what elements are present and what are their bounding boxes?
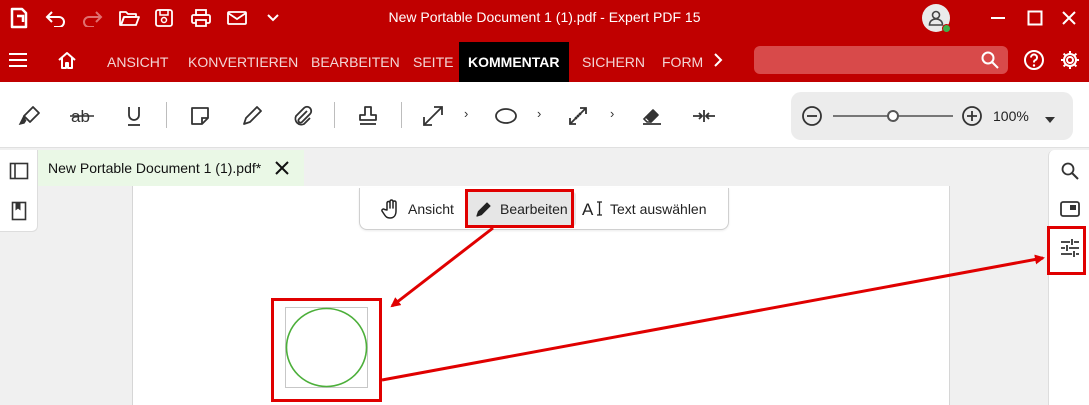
measure-distance-icon[interactable] bbox=[564, 102, 592, 130]
chevron-right-icon[interactable]: › bbox=[537, 106, 541, 121]
maximize-icon[interactable] bbox=[1023, 6, 1047, 30]
zoom-slider-handle[interactable] bbox=[887, 110, 899, 122]
help-icon[interactable] bbox=[1022, 48, 1046, 72]
edit-mode-button[interactable]: Bearbeiten bbox=[466, 192, 576, 226]
document-tab[interactable]: New Portable Document 1 (1).pdf* bbox=[38, 150, 304, 186]
flatten-icon[interactable] bbox=[690, 102, 718, 130]
underline-icon[interactable] bbox=[120, 102, 148, 130]
mode-bar: Ansicht Bearbeiten A Text auswählen bbox=[359, 188, 729, 230]
print-icon[interactable] bbox=[189, 6, 213, 30]
tab-bearbeiten[interactable]: BEARBEITEN bbox=[311, 54, 400, 70]
panel-toggle-icon[interactable] bbox=[6, 158, 32, 184]
view-mode-label: Ansicht bbox=[408, 201, 454, 217]
undo-icon[interactable] bbox=[44, 6, 68, 30]
zoom-panel: 100% bbox=[791, 92, 1073, 140]
tab-konvertieren[interactable]: KONVERTIEREN bbox=[188, 54, 298, 70]
search-icon[interactable] bbox=[1057, 158, 1083, 184]
ellipse-icon[interactable] bbox=[492, 102, 520, 130]
tab-kommentar[interactable]: KOMMENTAR bbox=[459, 42, 569, 82]
document-tab-label: New Portable Document 1 (1).pdf* bbox=[48, 160, 262, 176]
close-tab-icon[interactable] bbox=[274, 160, 290, 181]
strikethrough-icon[interactable]: ab bbox=[68, 102, 96, 130]
right-side-panel bbox=[1048, 150, 1089, 405]
title-bar: New Portable Document 1 (1).pdf - Expert… bbox=[0, 0, 1089, 36]
ellipse-annotation[interactable] bbox=[285, 307, 368, 388]
mail-icon[interactable] bbox=[225, 6, 249, 30]
search-input[interactable] bbox=[754, 46, 1008, 74]
svg-text:A: A bbox=[582, 200, 594, 219]
redo-icon[interactable] bbox=[80, 6, 104, 30]
open-folder-icon[interactable] bbox=[117, 6, 141, 30]
left-side-panel bbox=[0, 150, 38, 232]
tab-sichern[interactable]: SICHERN bbox=[582, 54, 645, 70]
tab-form[interactable]: FORM bbox=[662, 54, 703, 70]
text-cursor-icon: A bbox=[582, 200, 602, 219]
ellipse-annotation-bounds[interactable] bbox=[285, 307, 368, 388]
settings-gear-icon[interactable] bbox=[1058, 48, 1082, 72]
chevron-right-icon[interactable] bbox=[706, 48, 730, 72]
thumbnail-panel-icon[interactable] bbox=[1057, 196, 1083, 222]
toolbar-divider bbox=[334, 102, 335, 128]
properties-sliders-icon[interactable] bbox=[1057, 235, 1083, 261]
view-mode-button[interactable]: Ansicht bbox=[380, 192, 454, 226]
toolbar-divider bbox=[166, 102, 167, 128]
eraser-icon[interactable] bbox=[638, 102, 666, 130]
stamp-icon[interactable] bbox=[354, 102, 382, 130]
tab-seite[interactable]: SEITE bbox=[413, 54, 453, 70]
pencil-icon[interactable] bbox=[238, 102, 266, 130]
save-icon[interactable] bbox=[152, 6, 176, 30]
online-status-dot bbox=[942, 24, 951, 33]
chevron-right-icon[interactable]: › bbox=[610, 106, 614, 121]
hand-icon bbox=[381, 199, 397, 219]
minimize-icon[interactable] bbox=[986, 6, 1010, 30]
comment-toolbar: ab › › › 100% bbox=[0, 82, 1089, 148]
zoom-dropdown-icon[interactable] bbox=[1043, 112, 1057, 130]
home-icon[interactable] bbox=[55, 48, 79, 72]
line-arrow-icon[interactable] bbox=[419, 102, 447, 130]
toolbar-divider bbox=[401, 102, 402, 128]
sticky-note-icon[interactable] bbox=[186, 102, 214, 130]
chevron-right-icon[interactable]: › bbox=[464, 106, 468, 121]
zoom-out-icon[interactable] bbox=[801, 105, 823, 132]
hamburger-menu-icon[interactable] bbox=[6, 48, 30, 72]
search-icon bbox=[980, 50, 1000, 75]
paperclip-icon[interactable] bbox=[288, 102, 316, 130]
pencil-icon bbox=[476, 202, 491, 217]
select-text-mode-button[interactable]: A Text auswählen bbox=[582, 192, 707, 226]
close-icon[interactable] bbox=[1057, 6, 1081, 30]
highlight-icon[interactable] bbox=[16, 102, 44, 130]
bookmark-icon[interactable] bbox=[6, 198, 32, 224]
edit-mode-label: Bearbeiten bbox=[500, 201, 568, 217]
chevron-down-icon[interactable] bbox=[261, 6, 285, 30]
zoom-in-icon[interactable] bbox=[961, 105, 983, 132]
select-text-mode-label: Text auswählen bbox=[610, 201, 707, 217]
tab-ansicht[interactable]: ANSICHT bbox=[107, 54, 168, 70]
user-avatar-icon[interactable] bbox=[922, 4, 951, 33]
zoom-level-label: 100% bbox=[993, 108, 1029, 124]
ribbon-tab-bar: ANSICHT KONVERTIEREN BEARBEITEN SEITE KO… bbox=[0, 36, 1089, 82]
app-logo-icon[interactable] bbox=[6, 6, 30, 30]
